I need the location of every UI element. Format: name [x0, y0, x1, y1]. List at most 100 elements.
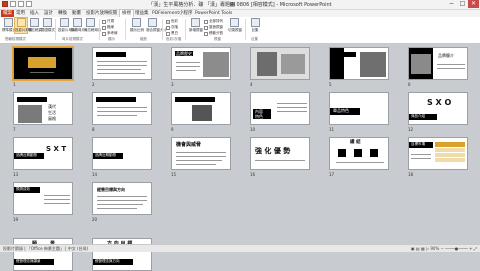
slide-number: 3	[171, 82, 174, 87]
slide-heading-bar	[17, 97, 47, 102]
slide-thumbnail[interactable]	[12, 46, 74, 81]
slide-thumbnail[interactable]: 願 景 經營理念與願景	[13, 238, 73, 271]
slide-master-icon	[59, 18, 69, 27]
slide-thumbnail[interactable]: 品牌歷史	[171, 47, 231, 80]
slide-thumbnail[interactable]	[92, 92, 152, 125]
text-line	[176, 156, 226, 157]
bw-radio[interactable]: 黑白	[166, 31, 178, 36]
notes-master-icon	[85, 18, 95, 27]
reading-view-button[interactable]: 閱讀模式	[41, 18, 55, 33]
slide-thumbnail[interactable]	[171, 92, 231, 125]
slide-heading: 總 結	[350, 140, 361, 145]
undo-icon[interactable]	[18, 1, 24, 7]
fit-to-window-button[interactable]: 適合視窗大小	[146, 18, 167, 33]
tab-design[interactable]: 設計	[42, 10, 55, 17]
slide-text: 品牌近期動態	[16, 152, 37, 157]
tab-file[interactable]: 檔案	[1, 10, 14, 17]
text-line	[176, 62, 200, 63]
slide-master-button[interactable]: 投影片母片	[58, 18, 76, 33]
handout-master-button[interactable]: 講義母片	[71, 18, 85, 33]
group-separator	[185, 19, 186, 40]
group-separator	[125, 19, 126, 40]
tab-applets[interactable]: 小程序	[177, 10, 195, 17]
text-line	[97, 204, 143, 205]
text-line	[97, 61, 147, 62]
window-controls: − □ ✕	[446, 0, 479, 8]
minimize-button[interactable]: −	[446, 0, 457, 8]
tab-animations[interactable]: 動畫	[70, 10, 83, 17]
slide-number: 4	[250, 82, 253, 87]
slide-number: 7	[13, 127, 16, 132]
redo-icon[interactable]	[26, 1, 32, 7]
slide-number: 12	[408, 127, 414, 132]
tab-review[interactable]: 校閱	[106, 10, 119, 17]
switch-windows-button[interactable]: 切換視窗	[228, 18, 242, 33]
normal-view-button[interactable]: 標準模式	[2, 18, 16, 33]
slide-number: 19	[13, 217, 19, 222]
slide-thumbnail[interactable]: 預測成效	[13, 182, 73, 215]
group-separator	[245, 19, 246, 40]
gridlines-checkbox[interactable]: 格線	[102, 25, 114, 30]
slide-thumbnail[interactable]: 品牌近期動態	[92, 137, 152, 170]
slide-sorter-button[interactable]: 投影片節錄	[14, 17, 33, 34]
slide-text: 風格	[48, 116, 56, 121]
move-split-button[interactable]: 移動分割	[204, 31, 223, 36]
slide-text: 經營理念與願景	[16, 258, 41, 263]
text-line	[97, 115, 137, 116]
reading-view-icon	[42, 18, 52, 27]
tab-home[interactable]: 常用	[14, 10, 27, 17]
text-line	[97, 69, 141, 70]
slide-thumbnail[interactable]: 品牌簡介	[408, 47, 468, 80]
notes-master-button[interactable]: 備忘稿母片	[84, 18, 102, 33]
save-icon[interactable]	[10, 1, 16, 7]
slide-thumbnail[interactable]: 經營目標與方向	[92, 182, 152, 215]
notes-page-button[interactable]: 備忘稿頁	[28, 18, 42, 33]
tab-addins[interactable]: 增益集	[133, 10, 151, 17]
text-line	[277, 107, 307, 108]
zoom-icon	[131, 18, 141, 27]
slide-number: 13	[13, 172, 19, 177]
table-row	[435, 153, 465, 157]
maximize-button[interactable]: □	[457, 0, 468, 8]
tab-transitions[interactable]: 轉換	[56, 10, 69, 17]
slide-sorter-area: 1 2 品牌歷史 3 4 5 品牌簡介 6 漢代 生活 風格 7 8 9 內容 …	[0, 44, 480, 271]
slide-thumbnail[interactable]: 品牌近期動態 S X T	[13, 137, 73, 170]
slide-thumbnail[interactable]: S X O 商品介紹	[408, 92, 468, 125]
slide-heading-bar	[332, 52, 356, 57]
slide-thumbnail[interactable]: 目標市場	[408, 137, 468, 170]
slide-thumbnail[interactable]: 單品特色	[329, 92, 389, 125]
cascade-button[interactable]: 重疊視窗	[204, 25, 223, 30]
slide-heading-bar	[96, 97, 136, 102]
slide-thumbnail[interactable]: 內容 特色	[250, 92, 310, 125]
slide-number: 10	[250, 127, 256, 132]
slide-thumbnail[interactable]	[250, 47, 310, 80]
powerpoint-logo-icon	[2, 1, 8, 7]
slide-thumbnail[interactable]: 總 結	[329, 137, 389, 170]
slide-thumbnail[interactable]: 漢代 生活 風格	[13, 92, 73, 125]
arrange-all-button[interactable]: 全部排列	[204, 19, 223, 24]
slide-thumbnail[interactable]: 機會與威脅	[171, 137, 231, 170]
grayscale-radio[interactable]: 灰階	[166, 25, 178, 30]
tab-insert[interactable]: 插入	[28, 10, 41, 17]
text-line	[97, 73, 145, 74]
macros-button[interactable]: 巨集	[249, 18, 261, 33]
table-row	[435, 158, 465, 162]
slide-heading: 品牌歷史	[176, 50, 192, 56]
close-button[interactable]: ✕	[468, 0, 479, 8]
switch-windows-icon	[229, 18, 239, 27]
tab-powerpoint-tools[interactable]: PowerPoint Tools	[193, 10, 234, 17]
slide-text: 品牌近期動態	[95, 152, 116, 157]
new-window-button[interactable]: 新增視窗	[189, 18, 203, 33]
slide-thumbnail[interactable]: 強 化 優 勢	[250, 137, 310, 170]
status-text: 投影片節錄 | 「Office 佈景主題」 | 中文 (台灣)	[3, 246, 89, 251]
guides-checkbox[interactable]: 參考線	[102, 31, 118, 36]
ruler-checkbox[interactable]: 尺規	[102, 19, 114, 24]
color-radio[interactable]: 色彩	[166, 19, 178, 24]
view-zoom-controls[interactable]: ▣ ▤ ▦ ▷ 90% − ────●──── + ⤢	[411, 246, 477, 251]
slide-thumbnail[interactable]	[92, 47, 152, 80]
group-label: 色彩/灰階	[166, 37, 182, 41]
slide-thumbnail[interactable]: 方 向 目 標 經營理念與方向	[92, 238, 152, 271]
slide-thumbnail[interactable]	[329, 47, 389, 80]
text-line	[176, 66, 200, 67]
zoom-button[interactable]: 顯示比例	[130, 18, 144, 33]
